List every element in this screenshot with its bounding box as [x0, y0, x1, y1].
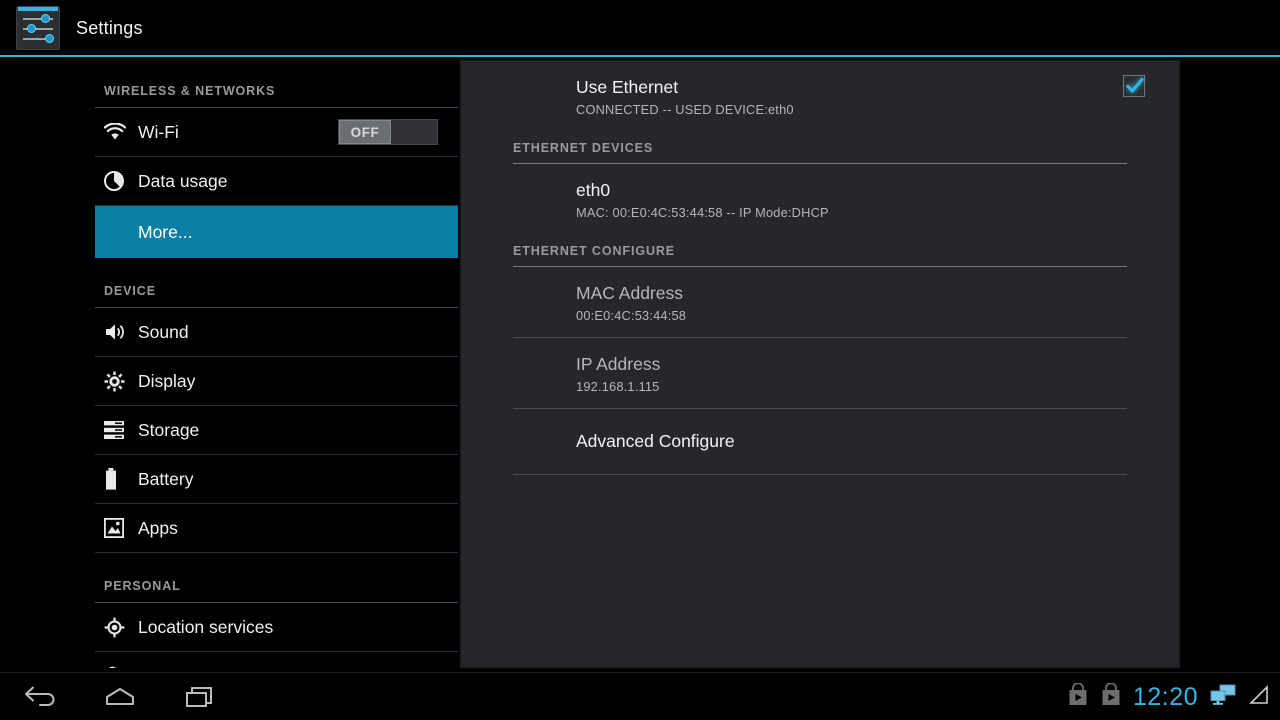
sidebar-item-apps[interactable]: Apps: [95, 504, 458, 553]
sidebar-item-location-services[interactable]: Location services: [95, 603, 458, 652]
use-ethernet-title: Use Ethernet: [576, 77, 679, 97]
device-name: eth0: [576, 179, 611, 200]
sidebar-section-header-device: DEVICE: [104, 284, 156, 298]
icon-slider-knob-3: [45, 34, 54, 43]
sidebar-item-wifi[interactable]: Wi-Fi OFF: [95, 108, 458, 157]
settings-sliders-icon[interactable]: [16, 6, 60, 50]
sidebar-item-sound[interactable]: Sound: [95, 308, 458, 357]
ethernet-configure-header: ETHERNET CONFIGURE: [513, 243, 676, 258]
storage-icon: [104, 421, 138, 439]
advanced-configure-row[interactable]: Advanced Configure: [513, 409, 1127, 476]
ip-address-label: IP Address: [576, 353, 661, 374]
sidebar-item-security[interactable]: Security: [95, 652, 458, 668]
sidebar-item-label: Location services: [138, 616, 274, 637]
lock-icon: [104, 666, 138, 668]
icon-top-accent: [18, 7, 58, 11]
data-usage-icon: [104, 171, 138, 191]
sidebar-item-label: Security: [138, 666, 201, 669]
home-icon[interactable]: [80, 673, 160, 720]
checkmark-icon: [1126, 77, 1144, 93]
sidebar-item-label: Display: [138, 370, 196, 391]
use-ethernet-subtitle: CONNECTED -- USED DEVICE:eth0: [576, 101, 794, 117]
icon-slider-knob-1: [41, 14, 50, 23]
page-title: Settings: [76, 17, 143, 38]
wifi-toggle-thumb: OFF: [339, 120, 391, 144]
sidebar-section-header-wireless: WIRELESS & NETWORKS: [104, 84, 276, 98]
sidebar-item-label: Apps: [138, 517, 178, 538]
sidebar-section-header-personal: PERSONAL: [104, 579, 181, 593]
sidebar-item-label: Sound: [138, 321, 189, 342]
display-icon: [104, 371, 138, 392]
title-bar: Settings: [0, 0, 1280, 57]
ethernet-devices-header: ETHERNET DEVICES: [513, 140, 654, 155]
sidebar-item-label: Wi-Fi: [138, 121, 179, 142]
ip-address-row[interactable]: IP Address 192.168.1.115: [513, 338, 1127, 409]
sidebar-item-data-usage[interactable]: Data usage: [95, 157, 458, 206]
system-navigation-bar: 12:20: [0, 672, 1280, 720]
sidebar-item-label: Storage: [138, 419, 200, 440]
play-store-icon: [1067, 681, 1089, 712]
title-accent-rule: [0, 55, 1280, 57]
status-clock: 12:20: [1132, 682, 1198, 711]
settings-sidebar[interactable]: WIRELESS & NETWORKS Wi-Fi OFF Data usage…: [0, 58, 458, 668]
android-settings-screen: Settings WIRELESS & NETWORKS Wi-Fi OFF D…: [0, 0, 1280, 720]
icon-slider-knob-2: [27, 24, 36, 33]
back-icon[interactable]: [0, 673, 80, 720]
location-icon: [104, 617, 138, 638]
sidebar-item-display[interactable]: Display: [95, 357, 458, 406]
ethernet-device-row[interactable]: eth0 MAC: 00:E0:4C:53:44:58 -- IP Mode:D…: [513, 164, 1127, 234]
sidebar-item-label: More...: [138, 221, 193, 242]
ip-address-value: 192.168.1.115: [576, 378, 660, 394]
mac-address-value: 00:E0:4C:53:44:58: [576, 307, 687, 323]
status-icons[interactable]: 12:20: [1067, 673, 1270, 720]
advanced-configure-label: Advanced Configure: [576, 430, 735, 451]
use-ethernet-checkbox[interactable]: [1123, 75, 1145, 97]
wifi-toggle[interactable]: OFF: [338, 119, 438, 145]
battery-icon: [104, 468, 138, 490]
sidebar-item-label: Data usage: [138, 170, 228, 191]
signal-icon: [1248, 684, 1270, 711]
mac-address-row[interactable]: MAC Address 00:E0:4C:53:44:58: [513, 267, 1127, 338]
device-detail: MAC: 00:E0:4C:53:44:58 -- IP Mode:DHCP: [576, 204, 829, 220]
ethernet-settings-panel: Use Ethernet CONNECTED -- USED DEVICE:et…: [460, 60, 1180, 668]
wifi-icon: [104, 123, 138, 141]
use-ethernet-row[interactable]: Use Ethernet CONNECTED -- USED DEVICE:et…: [513, 61, 1145, 131]
play-store-icon: [1100, 681, 1122, 712]
recents-icon[interactable]: [160, 673, 240, 720]
sidebar-item-label: Battery: [138, 468, 194, 489]
ethernet-icon: [1209, 683, 1237, 712]
apps-icon: [104, 518, 138, 538]
sound-icon: [104, 322, 138, 342]
mac-address-label: MAC Address: [576, 282, 683, 303]
sidebar-item-battery[interactable]: Battery: [95, 455, 458, 504]
sidebar-item-more[interactable]: More...: [95, 206, 458, 258]
sidebar-item-storage[interactable]: Storage: [95, 406, 458, 455]
